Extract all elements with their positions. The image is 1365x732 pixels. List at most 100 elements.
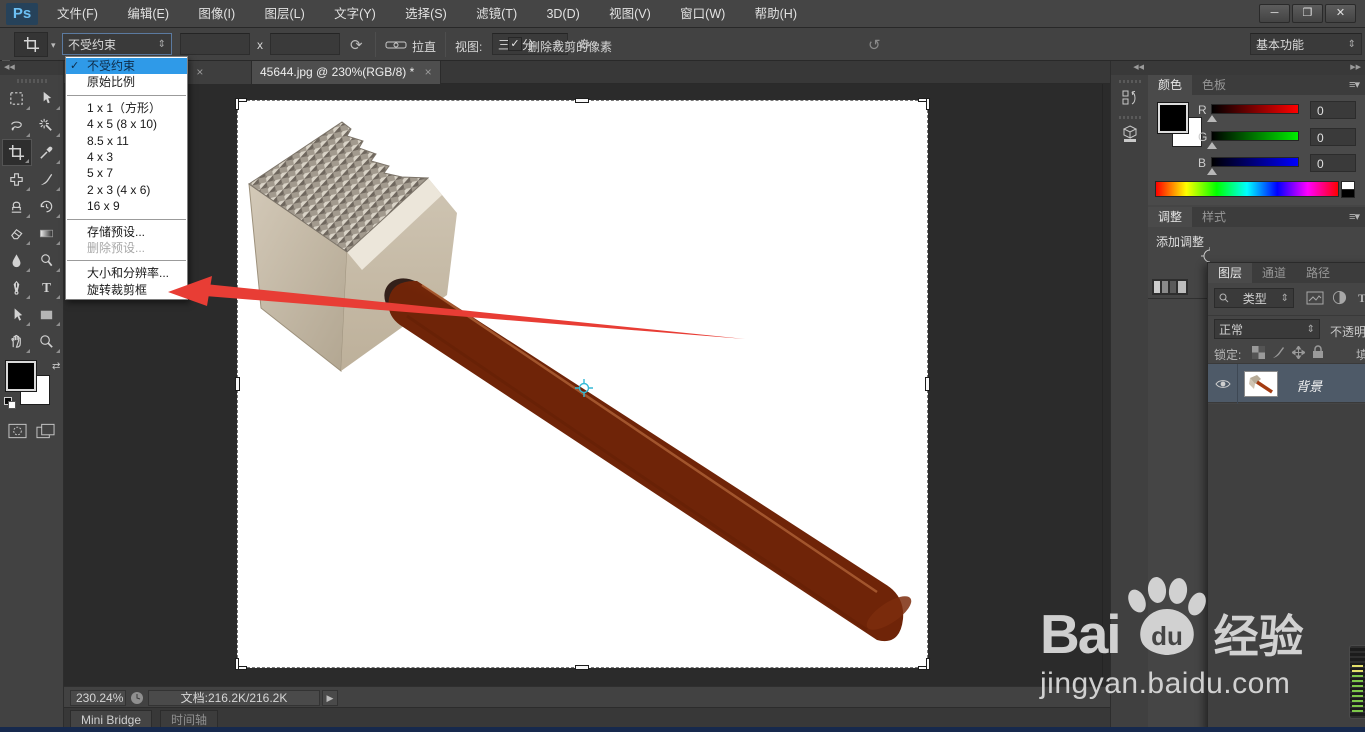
filter-adjustment-layers-icon[interactable] xyxy=(1332,290,1347,305)
pen-tool[interactable] xyxy=(2,274,32,301)
menu-3d[interactable]: 3D(D) xyxy=(533,0,592,28)
layer-thumbnail[interactable] xyxy=(1244,371,1278,397)
menu-image[interactable]: 图像(I) xyxy=(185,0,248,28)
menu-item-4x3[interactable]: 4 x 3 xyxy=(66,149,187,165)
lock-transparency-icon[interactable] xyxy=(1252,346,1265,359)
menu-item-4x5[interactable]: 4 x 5 (8 x 10) xyxy=(66,116,187,132)
image-canvas[interactable] xyxy=(235,98,930,670)
rotate-crop-icon[interactable]: ⟳ xyxy=(350,36,363,54)
zoom-level-field[interactable]: 230.24% xyxy=(70,690,126,706)
crop-preset-caret-icon[interactable]: ▾ xyxy=(51,40,56,51)
path-selection-tool[interactable] xyxy=(2,301,32,328)
menu-window[interactable]: 窗口(W) xyxy=(667,0,738,28)
channel-g-value[interactable]: 0 xyxy=(1310,128,1356,146)
workspace-combo[interactable]: 基本功能 ⇕ xyxy=(1250,33,1362,55)
menu-type[interactable]: 文字(Y) xyxy=(321,0,389,28)
crop-width-field[interactable] xyxy=(180,33,250,55)
menu-view[interactable]: 视图(V) xyxy=(596,0,664,28)
dodge-tool[interactable] xyxy=(32,247,62,274)
straighten-label[interactable]: 拉直 xyxy=(412,38,436,55)
toolbar-grip[interactable] xyxy=(16,79,47,83)
eyedropper-tool[interactable] xyxy=(32,139,62,166)
delete-cropped-pixels-checkbox[interactable]: ✓ xyxy=(508,37,522,51)
menu-layer[interactable]: 图层(L) xyxy=(251,0,317,28)
color-spectrum-ramp[interactable] xyxy=(1155,181,1339,197)
panel-menu-icon[interactable]: ≡▾ xyxy=(1349,78,1360,91)
history-panel-button[interactable] xyxy=(1117,85,1143,111)
lock-pixels-icon[interactable] xyxy=(1272,346,1285,359)
clone-stamp-tool[interactable] xyxy=(2,193,32,220)
canvas-area[interactable] xyxy=(64,84,1110,686)
tab-styles[interactable]: 样式 xyxy=(1192,207,1236,227)
crop-handle-bottom-right[interactable] xyxy=(926,658,930,670)
crop-marquee[interactable] xyxy=(237,100,928,668)
menu-item-8.5x11[interactable]: 8.5 x 11 xyxy=(66,133,187,149)
menu-item-original-ratio[interactable]: 原始比例 xyxy=(66,74,187,90)
levels-adjustment-icon[interactable] xyxy=(1152,279,1188,295)
dock-collapse[interactable]: ▶▶ xyxy=(1148,61,1365,75)
eraser-tool[interactable] xyxy=(2,220,32,247)
close-tab-icon[interactable]: × xyxy=(196,65,203,79)
minimize-button[interactable]: ─ xyxy=(1259,4,1290,23)
tab-layers[interactable]: 图层 xyxy=(1208,263,1253,283)
windows-taskbar[interactable] xyxy=(0,727,1365,732)
layer-visibility-toggle[interactable] xyxy=(1208,364,1238,404)
straighten-icon[interactable] xyxy=(385,39,407,51)
panel-menu-icon[interactable]: ≡▾ xyxy=(1349,210,1360,223)
swap-colors-icon[interactable]: ⇄ xyxy=(52,361,60,372)
history-brush-tool[interactable] xyxy=(32,193,62,220)
menu-filter[interactable]: 滤镜(T) xyxy=(463,0,530,28)
aspect-preset-combo[interactable]: 不受约束 ⇕ xyxy=(62,33,172,55)
layer-filter-combo[interactable]: 类型 ⇕ xyxy=(1214,288,1294,308)
restore-button[interactable]: ❐ xyxy=(1292,4,1323,23)
blend-mode-combo[interactable]: 正常 ⇕ xyxy=(1214,319,1320,339)
crop-handle-top-right[interactable] xyxy=(926,98,930,110)
tab-adjustments[interactable]: 调整 xyxy=(1148,207,1193,227)
close-tab-icon[interactable]: × xyxy=(425,65,432,79)
channel-b-slider[interactable] xyxy=(1211,157,1299,167)
layer-row-background[interactable]: 背景 xyxy=(1208,363,1365,404)
properties-panel-button[interactable] xyxy=(1117,121,1143,147)
lasso-tool[interactable] xyxy=(2,112,32,139)
channel-r-slider[interactable] xyxy=(1211,104,1299,114)
tab-color[interactable]: 颜色 xyxy=(1148,75,1193,95)
document-tab-2-active[interactable]: 45644.jpg @ 230%(RGB/8) * × xyxy=(252,61,441,84)
tab-channels[interactable]: 通道 xyxy=(1252,263,1296,283)
crop-tool-preset-button[interactable] xyxy=(14,32,48,57)
channel-b-value[interactable]: 0 xyxy=(1310,154,1356,172)
quick-mask-icon[interactable] xyxy=(8,423,27,439)
rectangular-marquee-tool[interactable] xyxy=(2,85,32,112)
screen-mode-icon[interactable] xyxy=(36,423,55,439)
crop-handle-top[interactable] xyxy=(575,98,589,103)
zoom-tool[interactable] xyxy=(32,328,62,355)
menu-item-1x1[interactable]: 1 x 1（方形） xyxy=(66,100,187,116)
rectangle-shape-tool[interactable] xyxy=(32,301,62,328)
spot-healing-brush-tool[interactable] xyxy=(2,166,32,193)
spectrum-black-swatch[interactable] xyxy=(1341,189,1355,198)
crop-handle-bottom-left[interactable] xyxy=(235,658,239,670)
crop-handle-top-left[interactable] xyxy=(235,98,239,110)
default-colors-icon[interactable] xyxy=(4,397,17,410)
close-button[interactable]: ✕ xyxy=(1325,4,1356,23)
channel-g-slider[interactable] xyxy=(1211,131,1299,141)
filter-type-layers-icon[interactable]: T xyxy=(1358,291,1365,306)
type-tool[interactable]: T xyxy=(32,274,62,301)
channel-r-value[interactable]: 0 xyxy=(1310,101,1356,119)
dimension-swap-label[interactable]: x xyxy=(257,38,263,52)
lock-position-icon[interactable] xyxy=(1292,346,1305,359)
menu-item-unconstrained[interactable]: ✓ 不受约束 xyxy=(66,58,187,75)
channel-r-thumb[interactable] xyxy=(1207,115,1217,122)
foreground-color-swatch[interactable] xyxy=(1157,102,1189,134)
blur-tool[interactable] xyxy=(2,247,32,274)
brush-tool[interactable] xyxy=(32,166,62,193)
channel-g-thumb[interactable] xyxy=(1207,142,1217,149)
menu-select[interactable]: 选择(S) xyxy=(392,0,460,28)
tab-paths[interactable]: 路径 xyxy=(1296,263,1340,283)
tab-swatches[interactable]: 色板 xyxy=(1192,75,1236,95)
move-tool[interactable] xyxy=(32,85,62,112)
crop-tool-selected[interactable] xyxy=(1,139,32,166)
hand-tool[interactable] xyxy=(2,328,32,355)
crop-handle-bottom[interactable] xyxy=(575,665,589,670)
magic-wand-tool[interactable] xyxy=(32,112,62,139)
tab-mini-bridge[interactable]: Mini Bridge xyxy=(70,710,153,728)
